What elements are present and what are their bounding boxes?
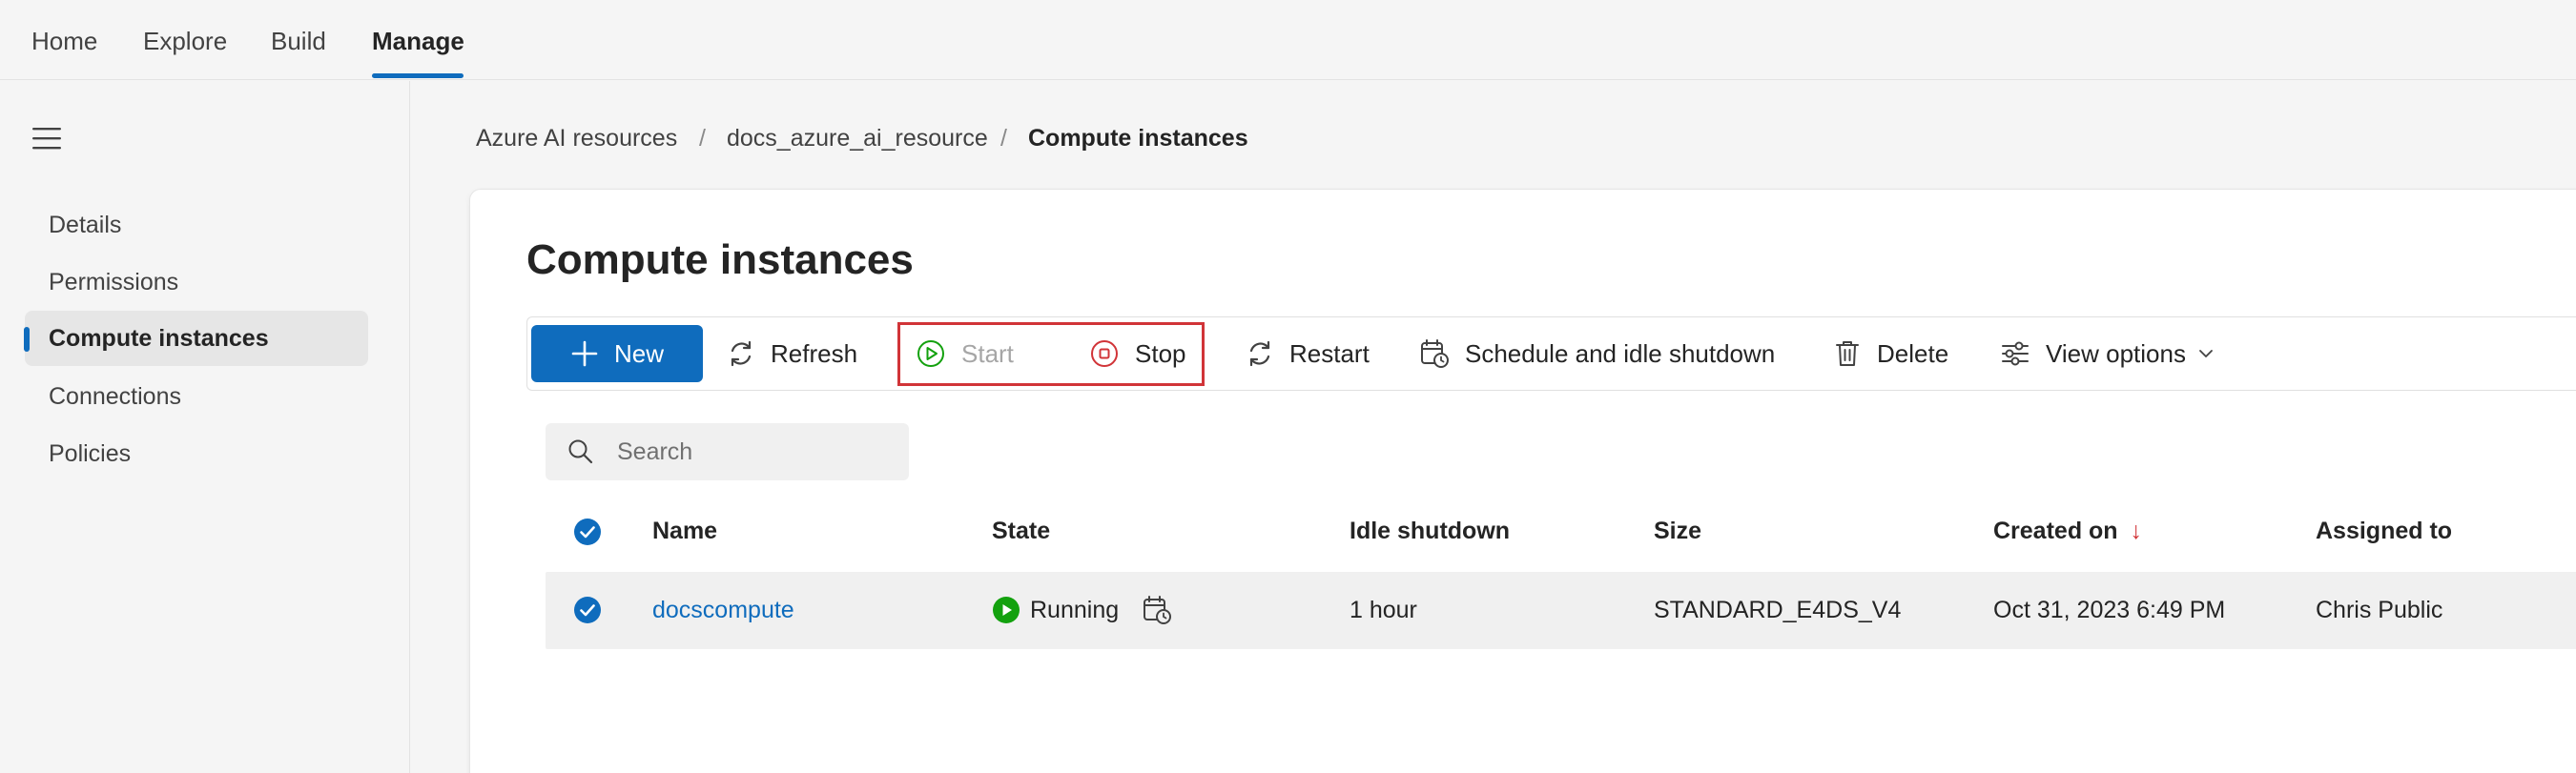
sidebar-item-permissions[interactable]: Permissions — [25, 254, 368, 310]
trash-icon — [1836, 341, 1859, 366]
delete-button[interactable]: Delete — [1833, 325, 1948, 382]
sidebar-item-compute-instances[interactable]: Compute instances — [24, 311, 368, 366]
view-options-label: View options — [2046, 338, 2186, 368]
sidebar-item-details[interactable]: Details — [25, 197, 368, 253]
chevron-down-icon — [2199, 350, 2213, 357]
size-value: STANDARD_E4DS_V4 — [1654, 597, 1902, 623]
tab-home[interactable]: Home — [31, 27, 97, 56]
restart-icon — [1249, 340, 1270, 367]
restart-button[interactable]: Restart — [1246, 325, 1370, 382]
sidebar-item-label: Permissions — [49, 269, 179, 295]
view-options-button[interactable]: View options — [2000, 325, 2215, 382]
running-status-icon — [993, 597, 1020, 623]
page-title: Compute instances — [526, 236, 914, 283]
state-cell: Running — [992, 595, 1172, 625]
breadcrumb-separator: / — [699, 125, 706, 152]
sidebar-item-label: Policies — [49, 440, 132, 467]
refresh-button[interactable]: Refresh — [727, 325, 857, 382]
column-header-assigned-to[interactable]: Assigned to — [2316, 518, 2452, 545]
new-button-label: New — [613, 338, 664, 368]
breadcrumb-azure-ai-resources[interactable]: Azure AI resources — [476, 125, 677, 153]
plus-icon — [571, 340, 598, 367]
sidebar-item-label: Compute instances — [49, 325, 269, 352]
new-button[interactable]: New — [531, 325, 703, 382]
tab-explore[interactable]: Explore — [143, 27, 227, 56]
column-header-created-on[interactable]: Created on ↓ — [1993, 518, 2142, 545]
restart-button-label: Restart — [1289, 338, 1370, 368]
sidebar-item-label: Connections — [49, 383, 181, 410]
created-on-value: Oct 31, 2023 6:49 PM — [1993, 597, 2226, 623]
calendar-clock-icon — [1421, 339, 1449, 368]
breadcrumb-current: Compute instances — [1028, 125, 1248, 152]
sidebar-item-connections[interactable]: Connections — [25, 369, 368, 424]
select-all-checkbox[interactable] — [573, 518, 602, 546]
search-input[interactable] — [617, 435, 894, 469]
column-header-size[interactable]: Size — [1654, 518, 1701, 545]
row-checkbox[interactable] — [573, 596, 602, 624]
created-on-label: Created on — [1993, 518, 2118, 544]
column-header-idle-shutdown[interactable]: Idle shutdown — [1350, 518, 1510, 545]
schedule-idle-shutdown-button[interactable]: Schedule and idle shutdown — [1419, 325, 1775, 382]
breadcrumb-separator: / — [1000, 125, 1007, 152]
sort-descending-icon: ↓ — [2130, 518, 2143, 544]
state-text: Running — [1030, 596, 1120, 623]
schedule-icon[interactable] — [1142, 595, 1172, 625]
active-tab-indicator — [372, 73, 464, 78]
breadcrumb-resource[interactable]: docs_azure_ai_resource — [727, 125, 988, 153]
assigned-to-value: Chris Public — [2316, 597, 2443, 623]
top-nav: Home Explore Build Manage — [0, 0, 2576, 80]
column-header-name[interactable]: Name — [652, 518, 717, 545]
tab-manage[interactable]: Manage — [372, 27, 464, 56]
sliders-icon — [2002, 341, 2029, 366]
hamburger-menu-icon[interactable] — [31, 124, 63, 153]
instance-name-link[interactable]: docscompute — [652, 597, 794, 624]
idle-shutdown-value: 1 hour — [1350, 597, 1417, 623]
refresh-icon — [731, 340, 752, 367]
sidebar-item-policies[interactable]: Policies — [25, 426, 368, 481]
table-row[interactable] — [546, 572, 2576, 649]
column-header-state[interactable]: State — [992, 518, 1050, 545]
start-stop-highlight — [897, 322, 1205, 386]
search-icon — [568, 439, 593, 464]
refresh-button-label: Refresh — [771, 338, 858, 368]
schedule-button-label: Schedule and idle shutdown — [1465, 338, 1776, 368]
search-box[interactable] — [546, 423, 909, 480]
tab-build[interactable]: Build — [271, 27, 326, 56]
sidebar: Details Permissions Compute instances Co… — [0, 81, 410, 773]
delete-button-label: Delete — [1877, 338, 1949, 368]
sidebar-item-label: Details — [49, 212, 122, 238]
